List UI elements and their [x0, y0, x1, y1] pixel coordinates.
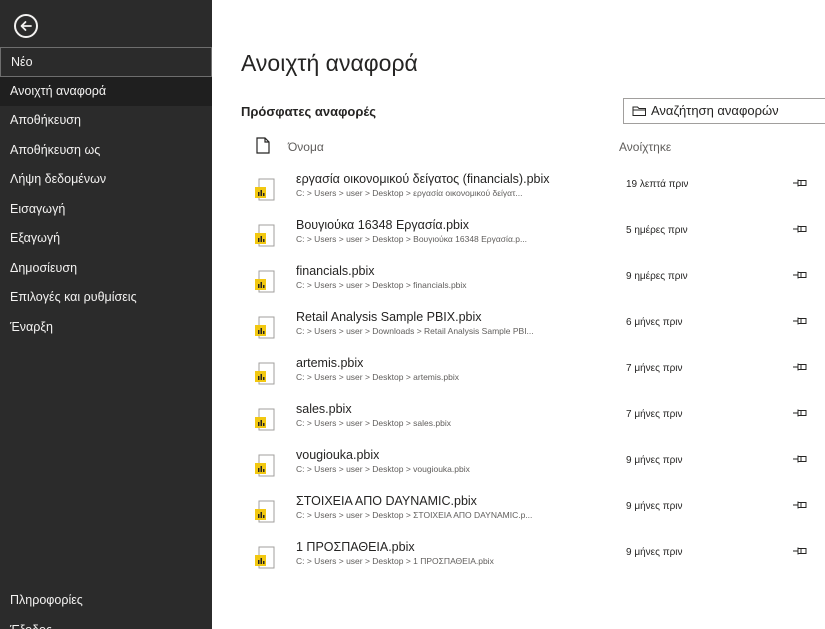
pbix-file-icon — [254, 178, 276, 202]
pin-icon[interactable] — [792, 175, 808, 193]
sidebar-item-open-report[interactable]: Ανοιχτή αναφορά — [0, 76, 212, 106]
file-path: C: > Users > user > Desktop > ΣΤΟΙΧΕΙΑ Α… — [296, 510, 533, 520]
file-opened-time: 9 μήνες πριν — [626, 547, 683, 558]
pbix-file-icon — [254, 408, 276, 432]
pbix-file-icon — [254, 270, 276, 294]
file-opened-time: 9 μήνες πριν — [626, 455, 683, 466]
file-opened-time: 5 ημέρες πριν — [626, 225, 688, 236]
sidebar-item-getting-started[interactable]: Έναρξη — [0, 313, 212, 343]
file-opened-time: 7 μήνες πριν — [626, 363, 683, 374]
pin-icon[interactable] — [792, 497, 808, 515]
file-name: artemis.pbix — [296, 356, 364, 370]
pin-icon[interactable] — [792, 221, 808, 239]
file-row[interactable]: Retail Analysis Sample PBIX.pbix C: > Us… — [212, 304, 825, 350]
file-path: C: > Users > user > Desktop > εργασία οι… — [296, 188, 523, 198]
sidebar-bottom-nav: Πληροφορίες Έξοδος — [0, 586, 212, 629]
column-header-opened[interactable]: Ανοίχτηκε — [619, 140, 671, 154]
file-path: C: > Users > user > Desktop > 1 ΠΡΟΣΠΑΘΕ… — [296, 556, 494, 566]
pbix-file-icon — [254, 500, 276, 524]
file-name: ΣΤΟΙΧΕΙΑ ΑΠΟ DAYNAMIC.pbix — [296, 494, 477, 508]
file-row[interactable]: financials.pbix C: > Users > user > Desk… — [212, 258, 825, 304]
file-name: Βουγιούκα 16348 Εργασία.pbix — [296, 218, 470, 232]
file-name: 1 ΠΡΟΣΠΑΘΕΙΑ.pbix — [296, 540, 415, 554]
sidebar-item-import[interactable]: Εισαγωγή — [0, 195, 212, 225]
file-row[interactable]: Βουγιούκα 16348 Εργασία.pbix C: > Users … — [212, 212, 825, 258]
pbix-file-icon — [254, 362, 276, 386]
browse-reports-button[interactable]: Αναζήτηση αναφορών — [623, 98, 825, 124]
sidebar-item-options-settings[interactable]: Επιλογές και ρυθμίσεις — [0, 283, 212, 313]
sidebar-item-publish[interactable]: Δημοσίευση — [0, 254, 212, 284]
file-opened-time: 6 μήνες πριν — [626, 317, 683, 328]
file-opened-time: 19 λεπτά πριν — [626, 179, 689, 190]
pin-icon[interactable] — [792, 359, 808, 377]
file-path: C: > Users > user > Desktop > artemis.pb… — [296, 372, 459, 382]
pbix-file-icon — [254, 454, 276, 478]
open-report-panel: Ανοιχτή αναφορά Πρόσφατες αναφορές Αναζή… — [212, 0, 825, 629]
file-opened-time: 9 ημέρες πριν — [626, 271, 688, 282]
sidebar-item-get-data[interactable]: Λήψη δεδομένων — [0, 165, 212, 195]
pbix-file-icon — [254, 316, 276, 340]
file-opened-time: 7 μήνες πριν — [626, 409, 683, 420]
pin-icon[interactable] — [792, 405, 808, 423]
file-name: vougiouka.pbix — [296, 448, 380, 462]
sidebar-item-save-as[interactable]: Αποθήκευση ως — [0, 136, 212, 166]
file-name: financials.pbix — [296, 264, 375, 278]
file-row[interactable]: 1 ΠΡΟΣΠΑΘΕΙΑ.pbix C: > Users > user > De… — [212, 534, 825, 580]
back-arrow-icon[interactable] — [14, 14, 38, 38]
sidebar-item-new[interactable]: Νέο — [0, 47, 212, 77]
file-name: εργασία οικονομικού δείγατος (financials… — [296, 172, 550, 186]
recent-files-list: εργασία οικονομικού δείγατος (financials… — [212, 166, 825, 580]
column-header-name[interactable]: Όνομα — [288, 140, 324, 154]
file-path: C: > Users > user > Desktop > sales.pbix — [296, 418, 451, 428]
sidebar-item-save[interactable]: Αποθήκευση — [0, 106, 212, 136]
file-row[interactable]: artemis.pbix C: > Users > user > Desktop… — [212, 350, 825, 396]
file-name: Retail Analysis Sample PBIX.pbix — [296, 310, 482, 324]
file-path: C: > Users > user > Desktop > Βουγιούκα … — [296, 234, 528, 244]
sidebar-item-info[interactable]: Πληροφορίες — [0, 586, 212, 616]
folder-icon — [632, 101, 647, 125]
file-opened-time: 9 μήνες πριν — [626, 501, 683, 512]
file-path: C: > Users > user > Desktop > vougiouka.… — [296, 464, 470, 474]
pbix-file-icon — [254, 546, 276, 570]
file-row[interactable]: εργασία οικονομικού δείγατος (financials… — [212, 166, 825, 212]
browse-reports-label: Αναζήτηση αναφορών — [651, 103, 779, 118]
pin-icon[interactable] — [792, 451, 808, 469]
file-row[interactable]: sales.pbix C: > Users > user > Desktop >… — [212, 396, 825, 442]
sidebar-nav: Νέο Ανοιχτή αναφορά Αποθήκευση Αποθήκευσ… — [0, 47, 212, 342]
file-path: C: > Users > user > Desktop > financials… — [296, 280, 467, 290]
pin-icon[interactable] — [792, 267, 808, 285]
page-title: Ανοιχτή αναφορά — [241, 50, 418, 76]
sidebar-item-exit[interactable]: Έξοδος — [0, 616, 212, 629]
file-name: sales.pbix — [296, 402, 352, 416]
pbix-file-icon — [254, 224, 276, 248]
document-icon — [256, 137, 270, 159]
file-path: C: > Users > user > Downloads > Retail A… — [296, 326, 534, 336]
file-row[interactable]: vougiouka.pbix C: > Users > user > Deskt… — [212, 442, 825, 488]
backstage-sidebar: Νέο Ανοιχτή αναφορά Αποθήκευση Αποθήκευσ… — [0, 0, 212, 629]
sidebar-item-export[interactable]: Εξαγωγή — [0, 224, 212, 254]
pin-icon[interactable] — [792, 543, 808, 561]
pin-icon[interactable] — [792, 313, 808, 331]
recent-reports-heading: Πρόσφατες αναφορές — [241, 104, 377, 119]
file-row[interactable]: ΣΤΟΙΧΕΙΑ ΑΠΟ DAYNAMIC.pbix C: > Users > … — [212, 488, 825, 534]
